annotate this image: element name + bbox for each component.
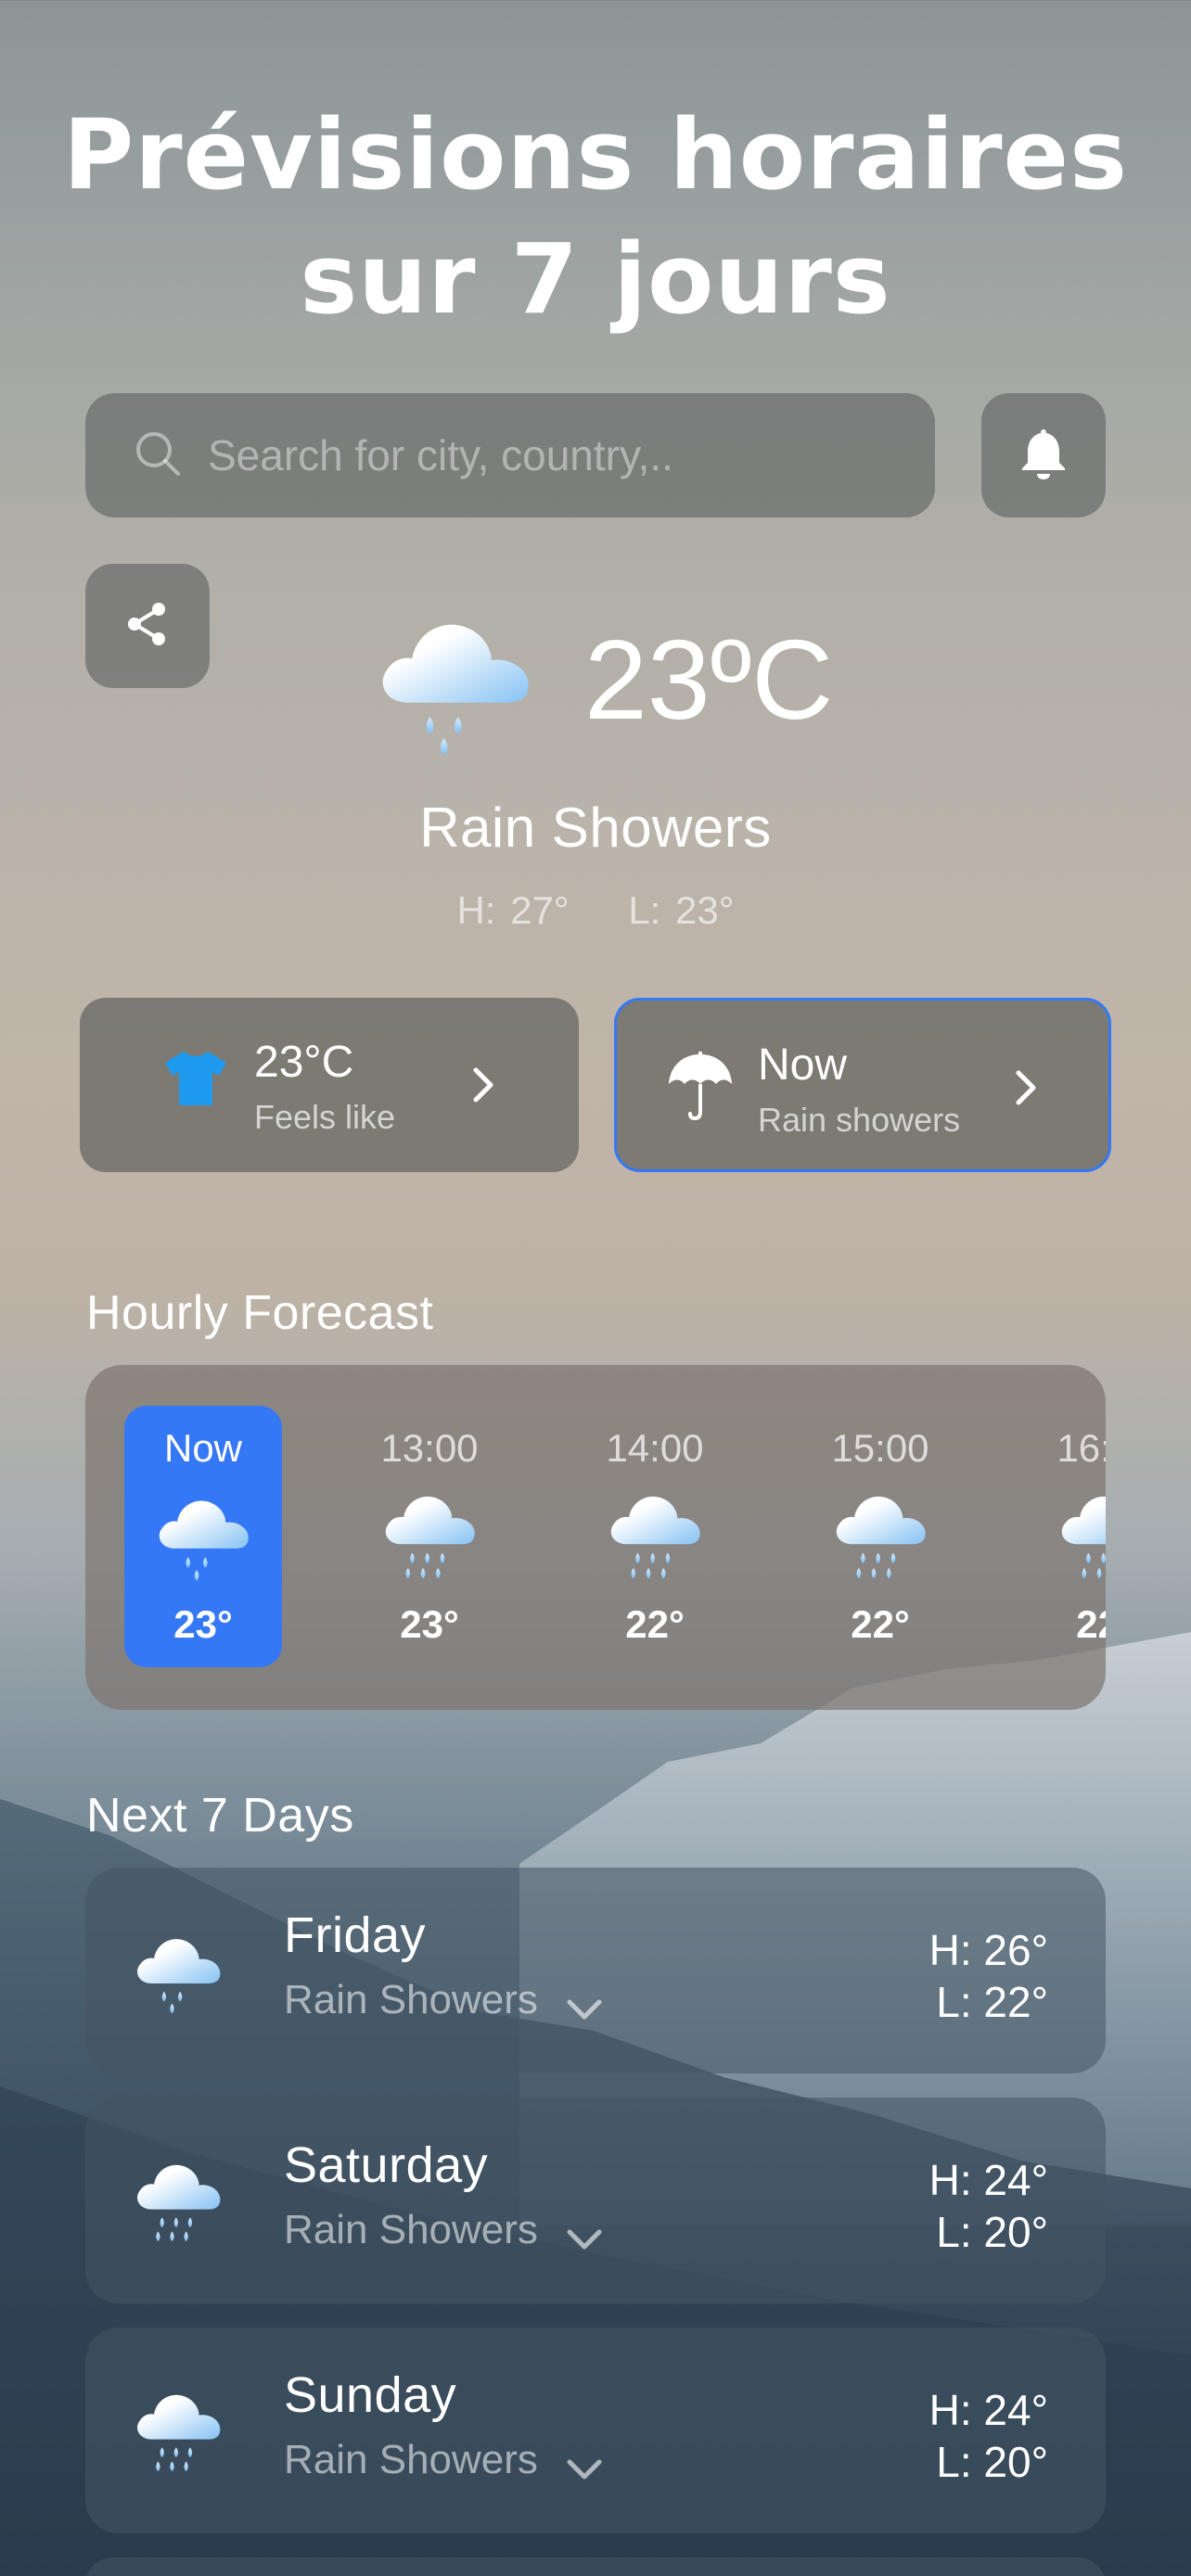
now-card[interactable]: Now Rain showers: [614, 998, 1111, 1172]
day-low: L: 20°: [936, 2438, 1048, 2486]
hourly-item-now[interactable]: Now 23°: [124, 1406, 282, 1667]
hourly-time: 16:00: [1057, 1426, 1106, 1470]
now-card-label: Rain showers: [758, 1101, 961, 1139]
feels-like-card[interactable]: 23°C Feels like: [80, 998, 579, 1172]
heavy-rain-cloud-icon: [128, 2381, 228, 2481]
current-high: H: 27°: [456, 888, 570, 932]
hourly-temp: 22°: [851, 1602, 910, 1646]
rain-cloud-icon: [128, 1921, 228, 2021]
search-bar[interactable]: [85, 393, 935, 517]
hourly-time: 13:00: [380, 1426, 479, 1470]
heavy-rain-cloud-icon: [1052, 1482, 1106, 1589]
day-high: H: 26°: [928, 1926, 1048, 1974]
hourly-temp: 23°: [400, 1602, 459, 1646]
day-name: Sunday: [284, 2367, 457, 2423]
day-high: H: 24°: [928, 2386, 1048, 2434]
day-row-friday[interactable]: Friday Rain Showers H: 26° L: 22°: [85, 1868, 1106, 2073]
current-high-low: H: 27° L: 23°: [0, 888, 1191, 933]
chevron-right-icon: [1014, 1069, 1038, 1111]
current-low: L: 23°: [628, 888, 735, 932]
hourly-time: Now: [163, 1426, 243, 1470]
page-title-line-2: sur 7 jours: [300, 223, 891, 336]
hourly-temp: 22°: [1076, 1602, 1106, 1646]
tshirt-icon: [163, 1050, 228, 1112]
chevron-down-icon[interactable]: [566, 2227, 603, 2256]
chevron-right-icon: [471, 1066, 495, 1108]
day-low: L: 20°: [936, 2208, 1048, 2256]
search-input[interactable]: [208, 430, 857, 480]
heavy-rain-cloud-icon: [376, 1482, 483, 1589]
hourly-temp: 22°: [625, 1602, 685, 1646]
day-condition: Rain Showers: [284, 2207, 538, 2252]
day-low: L: 22°: [936, 1978, 1048, 2026]
hourly-forecast-label: Hourly Forecast: [86, 1286, 434, 1340]
bell-icon: [1018, 426, 1069, 486]
heavy-rain-cloud-icon: [128, 2151, 228, 2251]
day-high: H: 24°: [928, 2156, 1048, 2204]
feels-like-value: 23°C: [254, 1038, 354, 1087]
day-row-saturday[interactable]: Saturday Rain Showers H: 24° L: 20°: [85, 2098, 1106, 2303]
day-name: Friday: [284, 1907, 427, 1963]
rain-cloud-icon: [364, 593, 545, 770]
share-button[interactable]: [85, 564, 210, 688]
hourly-item-13[interactable]: 13:00 23°: [351, 1406, 508, 1667]
heavy-rain-cloud-icon: [601, 1482, 709, 1589]
hourly-temp: 23°: [173, 1602, 233, 1646]
day-row-partial[interactable]: [85, 2557, 1106, 2576]
hourly-item-14[interactable]: 14:00 22°: [576, 1406, 734, 1667]
heavy-rain-cloud-icon: [826, 1482, 934, 1589]
next-7-days-label: Next 7 Days: [86, 1789, 354, 1843]
feels-like-label: Feels like: [254, 1098, 396, 1136]
page-title-line-1: Prévisions horaires: [63, 98, 1128, 211]
hourly-time: 14:00: [606, 1426, 704, 1470]
day-condition: Rain Showers: [284, 2437, 538, 2482]
chevron-down-icon[interactable]: [566, 1997, 603, 2026]
notifications-button[interactable]: [981, 393, 1106, 517]
rain-cloud-icon: [149, 1482, 257, 1589]
chevron-down-icon[interactable]: [566, 2457, 603, 2486]
now-card-title: Now: [758, 1040, 848, 1090]
day-row-sunday[interactable]: Sunday Rain Showers H: 24° L: 20°: [85, 2327, 1106, 2533]
hourly-item-16[interactable]: 16:00 22°: [1027, 1406, 1106, 1667]
search-icon: [134, 429, 182, 482]
share-icon: [122, 598, 173, 655]
hourly-forecast-strip[interactable]: Now 23° 13:00 23° 14:00 22° 15:00 22° 16…: [85, 1365, 1106, 1710]
hourly-item-15[interactable]: 15:00 22°: [801, 1406, 959, 1667]
day-name: Saturday: [284, 2137, 489, 2193]
day-condition: Rain Showers: [284, 1977, 538, 2022]
current-temperature: 23ºC: [584, 617, 834, 743]
page-title: Prévisions horaires sur 7 jours: [0, 93, 1191, 341]
umbrella-icon: [667, 1051, 734, 1126]
current-condition: Rain Showers: [419, 797, 772, 859]
hourly-time: 15:00: [831, 1426, 929, 1470]
